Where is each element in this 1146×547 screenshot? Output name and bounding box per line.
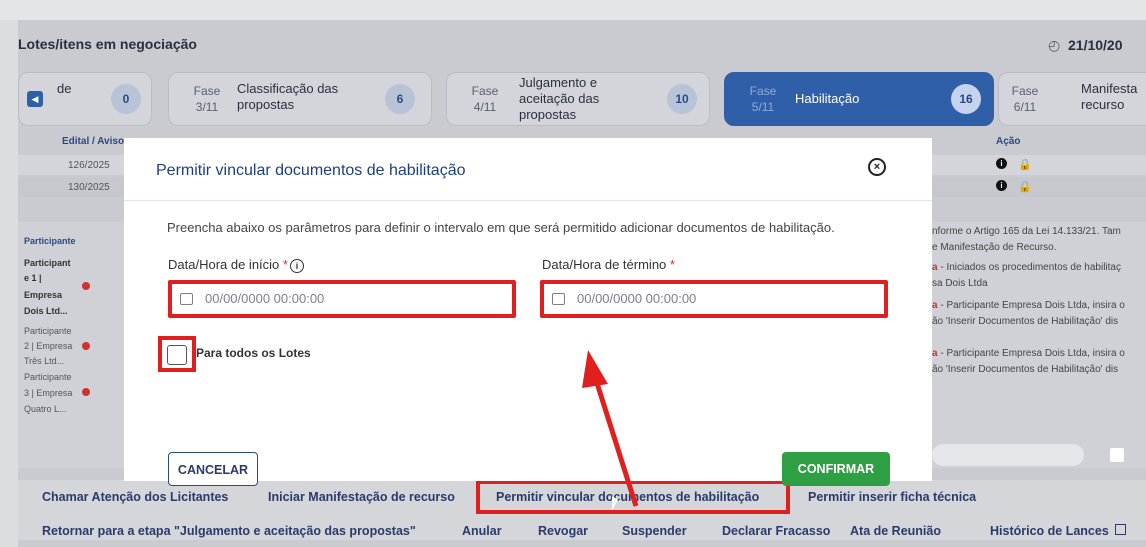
participant-label[interactable]: Participant xyxy=(24,258,71,268)
cancel-button[interactable]: CANCELAR xyxy=(168,452,258,486)
phase-card-3[interactable]: Fase 3/11 Classificação das propostas 6 xyxy=(168,72,432,126)
checkbox-label: Para todos os Lotes xyxy=(196,346,311,360)
chevron-left-icon[interactable]: ◀ xyxy=(27,91,43,107)
modal-title: Permitir vincular documentos de habilita… xyxy=(156,162,466,179)
suspender-button[interactable]: Suspender xyxy=(622,524,687,538)
close-icon[interactable]: × xyxy=(868,158,886,176)
clock-icon: ◴ xyxy=(1048,37,1061,53)
info-icon[interactable]: i xyxy=(996,158,1007,169)
iniciar-manifestacao-button[interactable]: Iniciar Manifestação de recurso xyxy=(268,490,455,504)
participants-header: Participante xyxy=(24,236,76,246)
message-line: e Manifestação de Recurso. xyxy=(932,242,1057,253)
phase-count: 0 xyxy=(111,84,141,114)
start-label: Data/Hora de início * i xyxy=(168,257,304,273)
participant-label[interactable]: Participante xyxy=(24,372,72,382)
message-line: a - Participante Empresa Dois Ltda, insi… xyxy=(932,348,1125,359)
phase-name: de xyxy=(57,81,72,96)
phase-card-5-active[interactable]: Fase 5/11 Habilitação 16 xyxy=(724,72,994,126)
edital-cell: 126/2025 xyxy=(68,160,110,171)
phase-card-4[interactable]: Fase 4/11 Julgamento e aceitação das pro… xyxy=(446,72,710,126)
status-dot xyxy=(82,282,90,290)
message-input[interactable] xyxy=(932,444,1084,466)
phase-number: Fase 6/11 xyxy=(1011,84,1039,114)
phase-name: Classificação das propostas xyxy=(237,81,339,112)
calendar-icon xyxy=(552,292,565,305)
phase-card-6[interactable]: Fase 6/11 Manifesta recurso xyxy=(998,72,1146,126)
participants-panel: Participante Participant e 1 | Empresa D… xyxy=(18,222,124,468)
participant-label[interactable]: 2 | Empresa xyxy=(24,341,72,351)
external-link-icon xyxy=(1115,524,1127,535)
checkbox-highlight xyxy=(158,336,196,372)
phase-name: Julgamento e aceitação das propostas xyxy=(519,75,600,122)
send-checkbox[interactable] xyxy=(1110,448,1124,462)
end-date-field[interactable]: 00/00/0000 00:00:00 xyxy=(540,280,888,318)
mouse-cursor-icon xyxy=(612,496,618,510)
messages-panel: nforme o Artigo 165 da Lei 14.133/21. Ta… xyxy=(932,222,1146,468)
phase-count: 10 xyxy=(667,84,697,114)
message-line: nforme o Artigo 165 da Lei 14.133/21. Ta… xyxy=(932,226,1121,237)
calendar-icon xyxy=(180,292,193,305)
phase-number: Fase 3/11 xyxy=(193,84,221,114)
ata-reuniao-button[interactable]: Ata de Reunião xyxy=(850,524,941,538)
participant-label[interactable]: 3 | Empresa xyxy=(24,388,72,398)
confirm-button[interactable]: CONFIRMAR xyxy=(782,452,890,486)
message-line: sa Dois Ltda xyxy=(932,278,988,289)
header-date: 21/10/20 xyxy=(1068,37,1123,53)
start-date-field[interactable]: 00/00/0000 00:00:00 xyxy=(168,280,516,318)
participant-label[interactable]: Dois Ltd... xyxy=(24,306,68,316)
column-header-acao: Ação xyxy=(996,136,1021,147)
info-icon[interactable]: i xyxy=(996,180,1007,191)
phase-name: Habilitação xyxy=(795,91,860,106)
phase-name: Manifesta recurso xyxy=(1081,81,1138,112)
edital-cell: 130/2025 xyxy=(68,182,110,193)
participant-label[interactable]: Três Ltd... xyxy=(24,356,64,366)
info-icon[interactable]: i xyxy=(289,258,304,273)
status-dot xyxy=(82,342,90,350)
modal-description: Preencha abaixo os parâmetros para defin… xyxy=(167,220,835,235)
participant-label[interactable]: Quatro L... xyxy=(24,404,67,414)
historico-lances-button[interactable]: Histórico de Lances xyxy=(990,524,1127,538)
anular-button[interactable]: Anular xyxy=(462,524,502,538)
modal-dialog: Permitir vincular documentos de habilita… xyxy=(124,138,932,486)
chamar-atencao-button[interactable]: Chamar Atenção dos Licitantes xyxy=(42,490,228,504)
lock-icon[interactable]: 🔒 xyxy=(1018,158,1032,171)
end-label: Data/Hora de término * xyxy=(542,257,675,272)
todos-lotes-checkbox[interactable] xyxy=(167,345,187,365)
retornar-etapa-button[interactable]: Retornar para a etapa "Julgamento e acei… xyxy=(42,524,416,538)
phase-number: Fase 4/11 xyxy=(471,84,499,114)
phase-card-prev[interactable]: ◀ de 0 xyxy=(18,72,152,126)
lock-icon[interactable]: 🔒 xyxy=(1018,180,1032,193)
declarar-fracasso-button[interactable]: Declarar Fracasso xyxy=(722,524,830,538)
message-line: ão 'Inserir Documentos de Habilitação' d… xyxy=(932,364,1119,375)
page-title: Lotes/itens em negociação xyxy=(18,36,197,52)
participant-label[interactable]: Empresa xyxy=(24,290,62,300)
message-line: a - Iniciados os procedimentos de habili… xyxy=(932,262,1121,273)
modal-divider xyxy=(124,200,932,201)
message-line: ão 'Inserir Documentos de Habilitação' d… xyxy=(932,316,1119,327)
permitir-ficha-button[interactable]: Permitir inserir ficha técnica xyxy=(808,490,976,504)
revogar-button[interactable]: Revogar xyxy=(538,524,588,538)
participant-label[interactable]: e 1 | xyxy=(24,273,42,283)
participant-label[interactable]: Participante xyxy=(24,326,72,336)
status-dot xyxy=(82,388,90,396)
highlight-box xyxy=(476,480,790,514)
phase-count: 6 xyxy=(385,84,415,114)
phase-count: 16 xyxy=(951,84,981,114)
phase-number: Fase 5/11 xyxy=(749,84,777,114)
message-line: a - Participante Empresa Dois Ltda, insi… xyxy=(932,300,1125,311)
browser-top-strip xyxy=(0,0,1146,20)
column-header-edital: Edital / Aviso xyxy=(62,136,125,147)
